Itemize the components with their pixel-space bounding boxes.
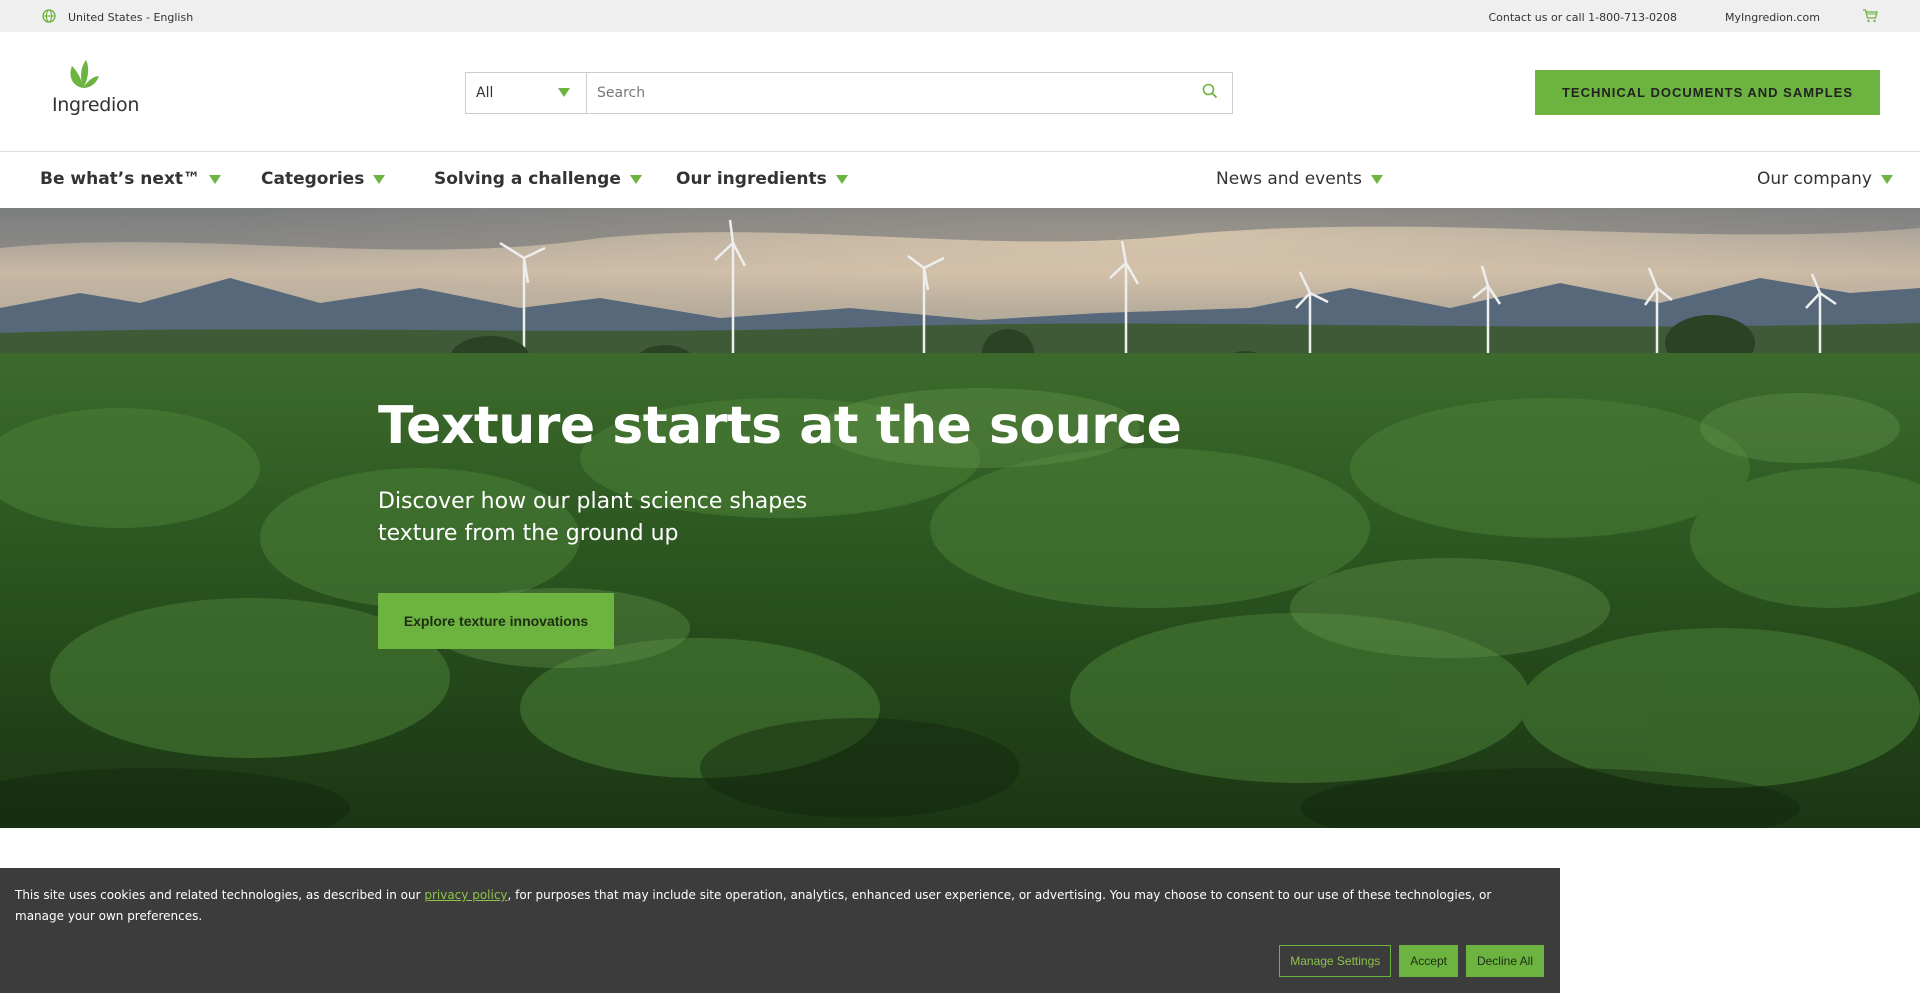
nav-item-news-and-events[interactable]: News and events xyxy=(1216,169,1384,189)
hero-banner: Texture starts at the source Discover ho… xyxy=(0,208,1920,828)
my-ingredion-link[interactable]: MyIngredion.com xyxy=(1725,11,1820,24)
main-nav: Be what’s next™ Categories Solving a cha… xyxy=(0,153,1920,208)
nav-item-be-whats-next[interactable]: Be what’s next™ xyxy=(40,169,222,189)
search-category-value: All xyxy=(476,85,494,101)
nav-item-label: Our company xyxy=(1757,169,1872,189)
search-input[interactable] xyxy=(587,73,1188,113)
hero-subtitle: Discover how our plant science shapes te… xyxy=(378,486,898,550)
accept-button[interactable]: Accept xyxy=(1399,945,1458,977)
logo-wordmark: Ingredion xyxy=(52,94,140,116)
search-category-select[interactable]: All xyxy=(466,73,587,113)
hero-subtitle-line-2: texture from the ground up xyxy=(378,521,679,546)
cart-icon[interactable] xyxy=(1862,9,1878,26)
locale-label: United States - English xyxy=(68,11,194,24)
hero-background-image xyxy=(0,208,1920,828)
contact-link[interactable]: Contact us or call 1-800-713-0208 xyxy=(1488,11,1677,24)
privacy-policy-link[interactable]: privacy policy xyxy=(424,888,507,902)
chevron-down-icon xyxy=(629,174,642,184)
locale-selector[interactable]: United States - English xyxy=(42,9,193,26)
nav-item-label: Categories xyxy=(261,169,365,189)
site-header: Ingredion All TECHNICAL DOCUMENTS AND SA… xyxy=(0,32,1920,152)
search-button[interactable] xyxy=(1188,73,1232,113)
utility-bar: United States - English Contact us or ca… xyxy=(0,0,1920,32)
cookie-banner: This site uses cookies and related techn… xyxy=(0,868,1560,993)
nav-item-solving-a-challenge[interactable]: Solving a challenge xyxy=(434,169,642,189)
search-bar: All xyxy=(465,72,1233,114)
nav-item-label: Our ingredients xyxy=(676,169,827,189)
leaf-logo-icon xyxy=(66,58,100,96)
nav-item-label: Be what’s next™ xyxy=(40,169,201,189)
nav-item-label: News and events xyxy=(1216,169,1363,189)
technical-documents-button[interactable]: TECHNICAL DOCUMENTS AND SAMPLES xyxy=(1535,70,1880,115)
chevron-down-icon xyxy=(835,174,848,184)
decline-all-button[interactable]: Decline All xyxy=(1465,945,1544,977)
globe-icon xyxy=(42,9,56,26)
search-icon xyxy=(1202,83,1218,103)
chevron-down-icon xyxy=(373,174,386,184)
manage-settings-button[interactable]: Manage Settings xyxy=(1279,945,1392,977)
cookie-message: This site uses cookies and related techn… xyxy=(15,885,1515,927)
hero-title: Texture starts at the source xyxy=(378,396,1182,456)
chevron-down-icon xyxy=(1880,174,1893,184)
chevron-down-icon xyxy=(1371,174,1384,184)
chevron-down-icon xyxy=(209,174,222,184)
cookie-text-start: This site uses cookies and related techn… xyxy=(15,888,425,902)
nav-item-categories[interactable]: Categories xyxy=(261,169,386,189)
nav-item-our-company[interactable]: Our company xyxy=(1757,169,1893,189)
nav-item-label: Solving a challenge xyxy=(434,169,621,189)
nav-item-our-ingredients[interactable]: Our ingredients xyxy=(676,169,848,189)
explore-texture-button[interactable]: Explore texture innovations xyxy=(378,593,614,649)
ingredion-logo[interactable]: Ingredion xyxy=(52,58,152,118)
hero-subtitle-line-1: Discover how our plant science shapes xyxy=(378,489,808,514)
chevron-down-icon xyxy=(558,88,570,97)
